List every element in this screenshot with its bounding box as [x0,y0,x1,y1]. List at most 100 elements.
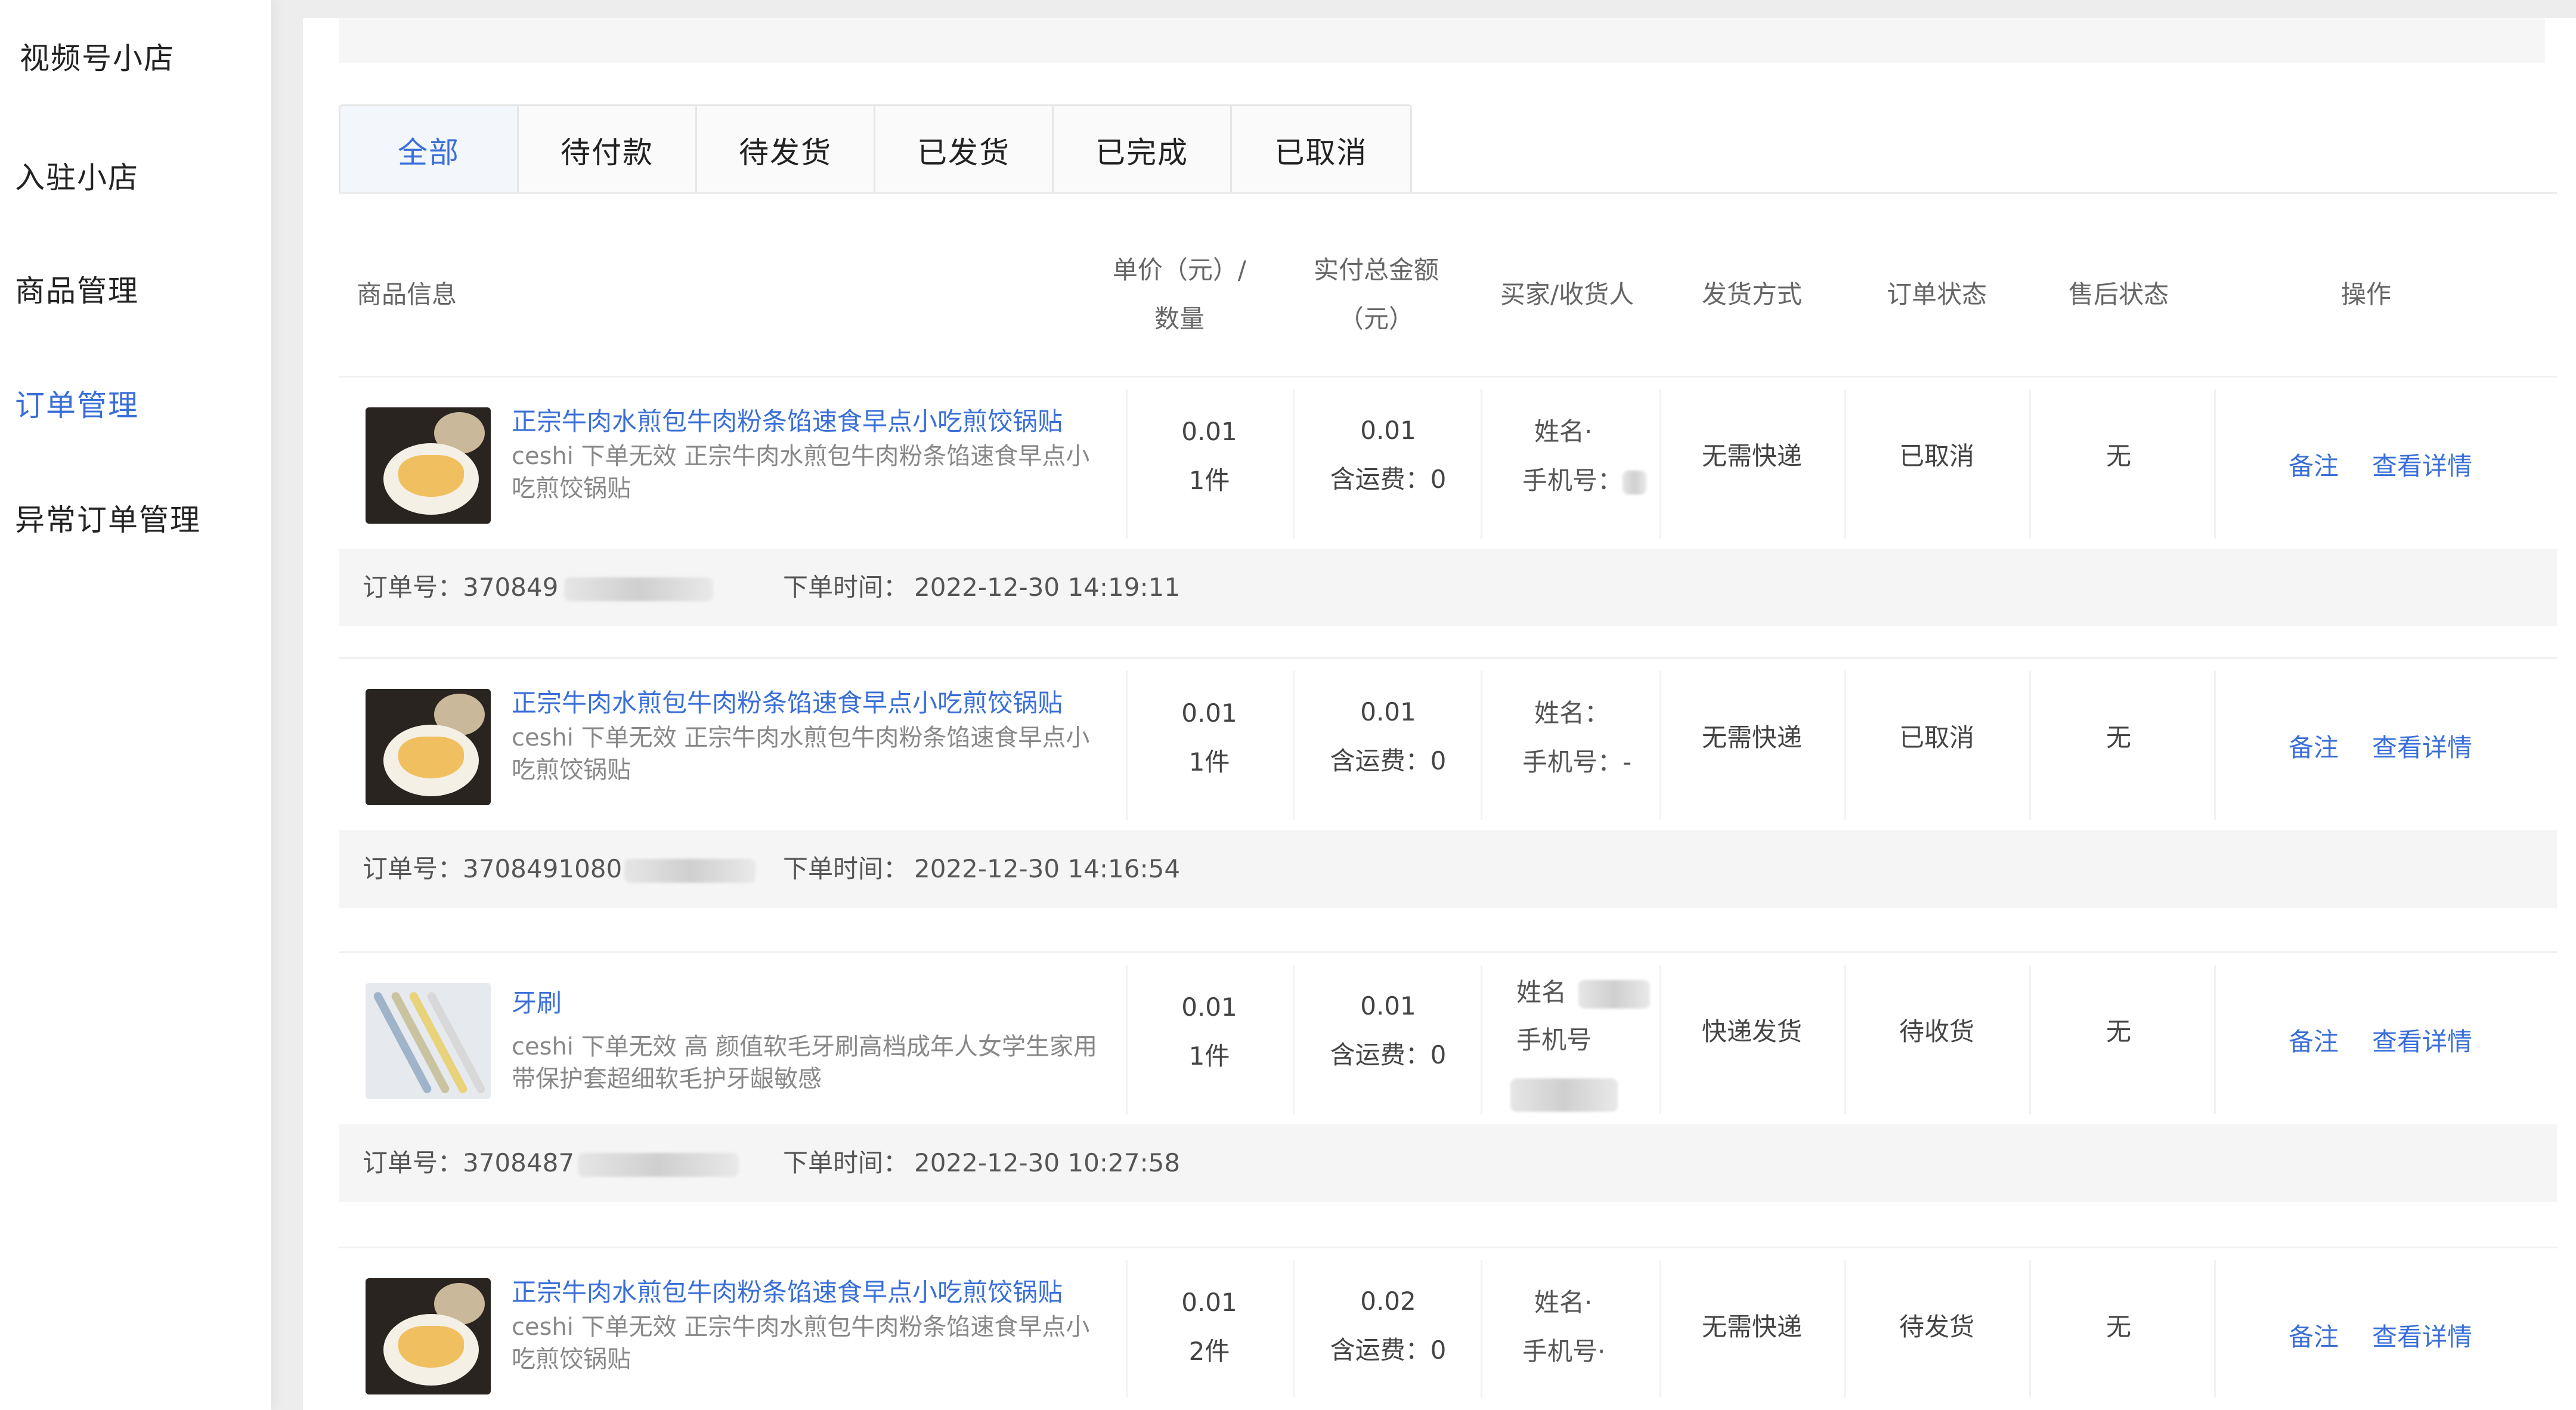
tab-shipped[interactable]: 已发货 [875,106,1054,194]
shipping-method: 快递发货 [1701,1017,1802,1046]
total-amount: 0.01 [1360,991,1416,1021]
sidebar-item-abnormal-orders[interactable]: 异常订单管理 [15,496,201,539]
order-time: 下单时间： 2022-12-30 10:27:58 [783,1148,1181,1177]
product-description: ceshi 下单无效 正宗牛肉水煎包牛肉粉条馅速食早点小吃煎饺锅贴 [512,443,1090,502]
remark-button[interactable]: 备注 [2289,728,2339,764]
tab-cancelled[interactable]: 已取消 [1232,106,1410,194]
redacted-phone [1510,1078,1618,1112]
after-sale-status: 无 [2106,1312,2131,1341]
product-title-link[interactable]: 正宗牛肉水煎包牛肉粉条馅速食早点小吃煎饺锅贴 [512,1272,1063,1309]
order-meta-row: 订单号：3708487 下单时间： 2022-12-30 10:27:58 [339,1124,2557,1202]
order-main-row: 正宗牛肉水煎包牛肉粉条馅速食早点小吃煎饺锅贴 ceshi 下单无效 正宗牛肉水煎… [339,657,2557,830]
sidebar: 视频号小店 入驻小店 商品管理 订单管理 异常订单管理 [0,0,271,1410]
remark-button[interactable]: 备注 [2289,1022,2339,1058]
after-sale-status: 无 [2106,723,2131,752]
top-bar [339,18,2545,63]
tab-all[interactable]: 全部 [340,106,519,194]
product-description: ceshi 下单无效 正宗牛肉水煎包牛肉粉条馅速食早点小吃煎饺锅贴 [512,724,1090,784]
th-unit-price-line2: 数量 [1154,304,1205,333]
redacted-name [1578,979,1651,1009]
view-details-button[interactable]: 查看详情 [2372,728,2472,764]
view-details-button[interactable]: 查看详情 [2372,446,2472,483]
order-main-row: 正宗牛肉水煎包牛肉粉条馅速食早点小吃煎饺锅贴 ceshi 下单无效 正宗牛肉水煎… [339,376,2557,549]
product-thumbnail[interactable] [366,1278,491,1394]
freight-included: 含运费：0 [1330,465,1447,494]
table-header: 商品信息 单价（元）/ 数量 实付总金额 （元） 买家/收货人 发货方式 订单状… [339,251,2557,394]
order-main-row: 正宗牛肉水煎包牛肉粉条馅速食早点小吃煎饺锅贴 ceshi 下单无效 正宗牛肉水煎… [339,1247,2557,1410]
order-status: 待发货 [1899,1312,1974,1341]
th-order-status: 订单状态 [1886,280,1987,309]
order-status: 已取消 [1899,723,1974,752]
app-root: 视频号小店 入驻小店 商品管理 订单管理 异常订单管理 全部 待付款 待发货 已… [0,0,2576,1410]
remark-button[interactable]: 备注 [2289,446,2339,483]
freight-included: 含运费：0 [1330,746,1447,775]
product-thumbnail[interactable] [366,983,491,1099]
th-actions: 操作 [2340,280,2391,309]
order-number: 订单号：3708487 [363,1124,739,1202]
buyer-name: 姓名· [1534,1288,1593,1317]
quantity: 1件 [1188,1041,1230,1071]
th-product-info: 商品信息 [357,280,457,309]
order-item: 牙刷 ceshi 下单无效 高 颜值软毛牙刷高档成年人女学生家用带保护套超细软毛… [339,951,2557,1202]
order-meta-row: 订单号：370849 下单时间： 2022-12-30 14:19:11 [339,549,2557,626]
order-status: 已取消 [1899,441,1974,471]
quantity: 2件 [1188,1337,1230,1366]
buyer-name: 姓名： [1534,698,1610,728]
product-description: ceshi 下单无效 正宗牛肉水煎包牛肉粉条馅速食早点小吃煎饺锅贴 [512,1313,1090,1373]
sidebar-item-join-shop[interactable]: 入驻小店 [15,154,139,197]
buyer-phone: 手机号· [1522,1337,1606,1366]
buyer-phone: 手机号：- [1522,747,1632,777]
order-status: 待收货 [1899,1017,1974,1046]
freight-included: 含运费：0 [1330,1335,1447,1365]
tab-pending-payment[interactable]: 待付款 [519,106,697,194]
order-number: 订单号：3708491080 [363,830,756,908]
sidebar-item-product-management[interactable]: 商品管理 [15,267,139,310]
unit-price: 0.01 [1181,698,1237,728]
view-details-button[interactable]: 查看详情 [2372,1022,2472,1058]
total-amount: 0.01 [1360,416,1416,445]
order-meta-row: 订单号：3708491080 下单时间： 2022-12-30 14:16:54 [339,830,2557,908]
remark-button[interactable]: 备注 [2289,1317,2339,1353]
order-item: 正宗牛肉水煎包牛肉粉条馅速食早点小吃煎饺锅贴 ceshi 下单无效 正宗牛肉水煎… [339,1247,2557,1410]
redacted-order-number [624,858,756,883]
buyer-name: 姓名 [1516,968,1651,1017]
th-buyer: 买家/收货人 [1500,280,1634,309]
redacted-order-number [578,1152,739,1177]
th-total-line2: （元） [1338,304,1414,333]
unit-price: 0.01 [1181,417,1237,446]
tabs-divider [339,192,2557,194]
unit-price: 0.01 [1181,1288,1237,1317]
sidebar-item-order-management[interactable]: 订单管理 [15,382,139,425]
redacted-phone [1623,470,1647,494]
total-amount: 0.02 [1360,1287,1416,1316]
shop-brand: 视频号小店 [20,41,175,76]
shipping-method: 无需快递 [1701,441,1802,471]
product-thumbnail[interactable] [366,407,491,524]
quantity: 1件 [1188,747,1230,777]
order-main-row: 牙刷 ceshi 下单无效 高 颜值软毛牙刷高档成年人女学生家用带保护套超细软毛… [339,951,2557,1124]
order-time: 下单时间： 2022-12-30 14:19:11 [783,573,1181,602]
th-unit-price-line1: 单价（元）/ [1112,255,1247,285]
product-title-link[interactable]: 牙刷 [512,983,562,1019]
tab-completed[interactable]: 已完成 [1054,106,1232,194]
main-panel: 全部 待付款 待发货 已发货 已完成 已取消 商品信息 单价（元）/ 数量 实付… [303,18,2576,1410]
buyer-phone: 手机号： [1522,456,1647,505]
th-after-sale: 售后状态 [2068,280,2169,309]
product-title-link[interactable]: 正宗牛肉水煎包牛肉粉条馅速食早点小吃煎饺锅贴 [512,683,1063,719]
after-sale-status: 无 [2106,441,2131,471]
product-thumbnail[interactable] [366,689,491,805]
shipping-method: 无需快递 [1701,1312,1802,1341]
buyer-name: 姓名· [1534,417,1593,446]
tab-pending-shipment[interactable]: 待发货 [697,106,875,194]
product-description: ceshi 下单无效 高 颜值软毛牙刷高档成年人女学生家用带保护套超细软毛护牙龈… [512,1033,1098,1093]
order-item: 正宗牛肉水煎包牛肉粉条馅速食早点小吃煎饺锅贴 ceshi 下单无效 正宗牛肉水煎… [339,657,2557,908]
view-details-button[interactable]: 查看详情 [2372,1317,2472,1353]
freight-included: 含运费：0 [1330,1040,1447,1069]
shipping-method: 无需快递 [1701,723,1802,752]
total-amount: 0.01 [1360,697,1416,726]
order-item: 正宗牛肉水煎包牛肉粉条馅速食早点小吃煎饺锅贴 ceshi 下单无效 正宗牛肉水煎… [339,376,2557,626]
unit-price: 0.01 [1181,992,1237,1022]
quantity: 1件 [1188,466,1230,495]
buyer-phone: 手机号 [1516,1025,1592,1055]
product-title-link[interactable]: 正宗牛肉水煎包牛肉粉条馅速食早点小吃煎饺锅贴 [512,401,1063,438]
